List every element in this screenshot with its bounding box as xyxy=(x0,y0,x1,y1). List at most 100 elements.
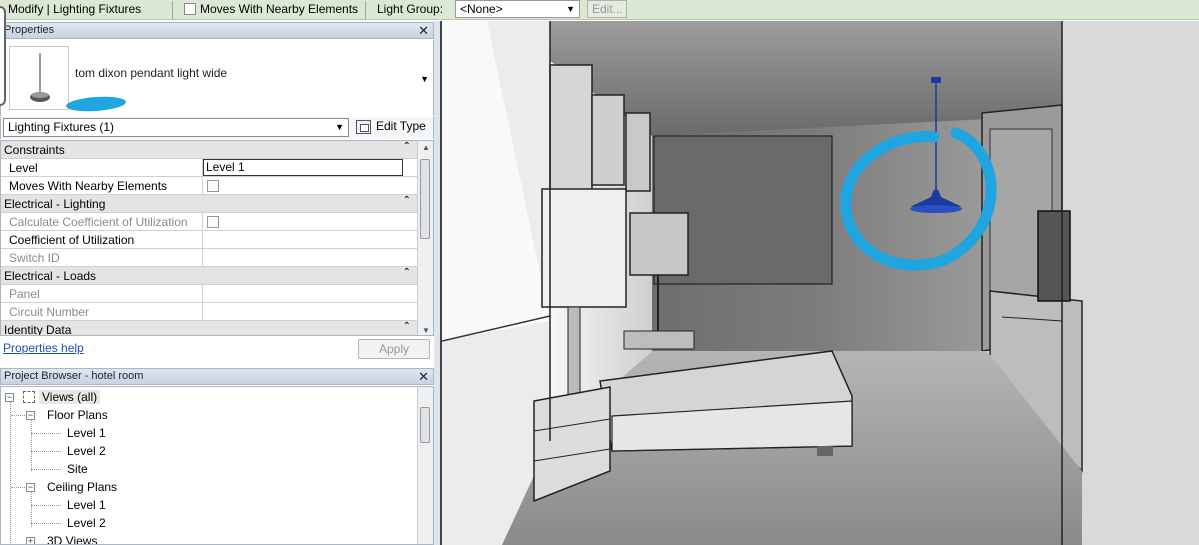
project-browser-tree: − Views (all) − Floor Plans Level 1 Leve… xyxy=(0,386,434,545)
divider xyxy=(365,1,366,19)
calc-cu-checkbox[interactable] xyxy=(207,216,219,228)
collapse-toggle[interactable]: − xyxy=(26,411,35,420)
property-row-level: Level Level 1 xyxy=(1,159,417,177)
tree-node-ceiling-level-1[interactable]: Level 1 xyxy=(67,496,106,514)
properties-scrollbar[interactable]: ▲ ▼ xyxy=(417,141,433,335)
collapse-toggle[interactable]: − xyxy=(26,483,35,492)
collapse-icon[interactable]: ⌃ xyxy=(403,195,411,206)
filter-row: Lighting Fixtures (1) ▼ Edit Type xyxy=(0,117,434,139)
project-browser-title: Project Browser - hotel room xyxy=(4,370,144,382)
instance-filter-select[interactable]: Lighting Fixtures (1) ▼ xyxy=(3,118,349,137)
group-electrical-loads[interactable]: Electrical - Loads ⌃ xyxy=(1,267,417,285)
scroll-up-icon[interactable]: ▲ xyxy=(422,143,430,152)
divider xyxy=(172,1,173,19)
browser-scrollbar[interactable] xyxy=(417,387,433,544)
light-group-label: Light Group: xyxy=(377,2,444,16)
column-divider xyxy=(202,249,203,267)
group-constraints[interactable]: Constraints ⌃ xyxy=(1,141,417,159)
tree-node-floor-plans[interactable]: Floor Plans xyxy=(47,406,108,424)
group-identity-data[interactable]: Identity Data ⌃ xyxy=(1,321,417,336)
chevron-down-icon: ▼ xyxy=(335,122,344,132)
property-label: Panel xyxy=(9,287,40,301)
properties-help-link[interactable]: Properties help xyxy=(3,341,84,355)
tree-line xyxy=(31,419,32,471)
property-row-switch-id: Switch ID xyxy=(1,249,417,267)
edit-type-icon xyxy=(356,120,371,134)
tree-node-ceiling-plans[interactable]: Ceiling Plans xyxy=(47,478,117,496)
type-name: tom dixon pendant light wide xyxy=(75,66,228,80)
property-row-cu: Coefficient of Utilization xyxy=(1,231,417,249)
properties-grid: Constraints ⌃ Level Level 1 Moves With N… xyxy=(0,140,434,336)
tree-node-floor-level-2[interactable]: Level 2 xyxy=(67,442,106,460)
tree-node-site[interactable]: Site xyxy=(67,460,88,478)
tree-line xyxy=(31,491,32,527)
tree-line xyxy=(31,469,61,470)
group-label: Electrical - Loads xyxy=(4,269,97,283)
tree-line xyxy=(10,401,11,544)
property-row-moves: Moves With Nearby Elements xyxy=(1,177,417,195)
property-label: Level xyxy=(9,161,38,175)
collapse-icon[interactable]: ⌃ xyxy=(403,267,411,278)
property-label: Moves With Nearby Elements xyxy=(9,179,168,193)
column-divider xyxy=(202,213,203,231)
chevron-down-icon[interactable]: ▼ xyxy=(420,74,429,84)
scroll-thumb[interactable] xyxy=(420,407,430,443)
moves-checkbox[interactable] xyxy=(207,180,219,192)
light-group-value: <None> xyxy=(460,2,503,16)
scroll-down-icon[interactable]: ▼ xyxy=(422,326,430,335)
tree-node-floor-level-1[interactable]: Level 1 xyxy=(67,424,106,442)
scroll-thumb[interactable] xyxy=(420,159,430,239)
chevron-down-icon: ▼ xyxy=(566,4,575,14)
tree-line xyxy=(31,505,61,506)
panel-edge-bracket xyxy=(0,6,6,106)
collapse-icon[interactable]: ⌃ xyxy=(403,141,411,152)
tree-node-3d-views[interactable]: 3D Views xyxy=(47,532,97,544)
tree-node-label: Views (all) xyxy=(39,390,101,404)
type-thumbnail xyxy=(9,46,69,110)
property-row-panel: Panel xyxy=(1,285,417,303)
tree-node-views-all[interactable]: Views (all) xyxy=(23,388,101,406)
context-title: Modify | Lighting Fixtures xyxy=(8,2,142,16)
light-group-select[interactable]: <None> ▼ xyxy=(455,0,580,18)
properties-title: Properties xyxy=(4,24,55,36)
tree-line xyxy=(11,487,25,488)
property-label: Circuit Number xyxy=(9,305,90,319)
column-divider xyxy=(202,303,203,321)
edit-type-button[interactable]: Edit Type xyxy=(356,118,426,137)
edit-type-label: Edit Type xyxy=(376,119,426,133)
tree-line xyxy=(31,451,61,452)
group-label: Identity Data xyxy=(4,323,72,336)
moves-with-nearby-label: Moves With Nearby Elements xyxy=(200,2,359,16)
column-divider xyxy=(202,285,203,303)
close-icon[interactable]: ✕ xyxy=(418,369,429,384)
properties-header: Properties ✕ xyxy=(0,22,434,39)
instance-filter-value: Lighting Fixtures (1) xyxy=(8,120,115,134)
tree-line xyxy=(31,523,61,524)
options-bar: Modify | Lighting Fixtures Moves With Ne… xyxy=(0,0,1199,20)
group-label: Constraints xyxy=(4,143,65,157)
collapse-icon[interactable]: ⌃ xyxy=(403,321,411,332)
collapse-toggle[interactable]: − xyxy=(5,393,14,402)
property-label: Switch ID xyxy=(9,251,60,265)
group-label: Electrical - Lighting xyxy=(4,197,106,211)
apply-button[interactable]: Apply xyxy=(358,339,430,359)
expand-toggle[interactable]: + xyxy=(26,537,35,544)
property-row-circuit: Circuit Number xyxy=(1,303,417,321)
property-label: Calculate Coefficient of Utilization xyxy=(9,215,188,229)
property-label: Coefficient of Utilization xyxy=(9,233,135,247)
project-browser-header: Project Browser - hotel room ✕ xyxy=(0,368,434,385)
column-divider xyxy=(202,231,203,249)
column-divider xyxy=(202,177,203,195)
hotel-room-render xyxy=(442,21,1199,545)
level-field[interactable]: Level 1 xyxy=(203,159,403,176)
tree-line xyxy=(11,415,25,416)
tree-line xyxy=(31,433,61,434)
moves-with-nearby-checkbox[interactable] xyxy=(184,3,196,15)
tree-node-ceiling-level-2[interactable]: Level 2 xyxy=(67,514,106,532)
edit-light-group-button[interactable]: Edit... xyxy=(587,0,627,18)
views-icon xyxy=(23,391,35,403)
property-row-calc-cu: Calculate Coefficient of Utilization xyxy=(1,213,417,231)
3d-view-canvas[interactable] xyxy=(440,21,1199,545)
group-electrical-lighting[interactable]: Electrical - Lighting ⌃ xyxy=(1,195,417,213)
close-icon[interactable]: ✕ xyxy=(418,23,429,38)
